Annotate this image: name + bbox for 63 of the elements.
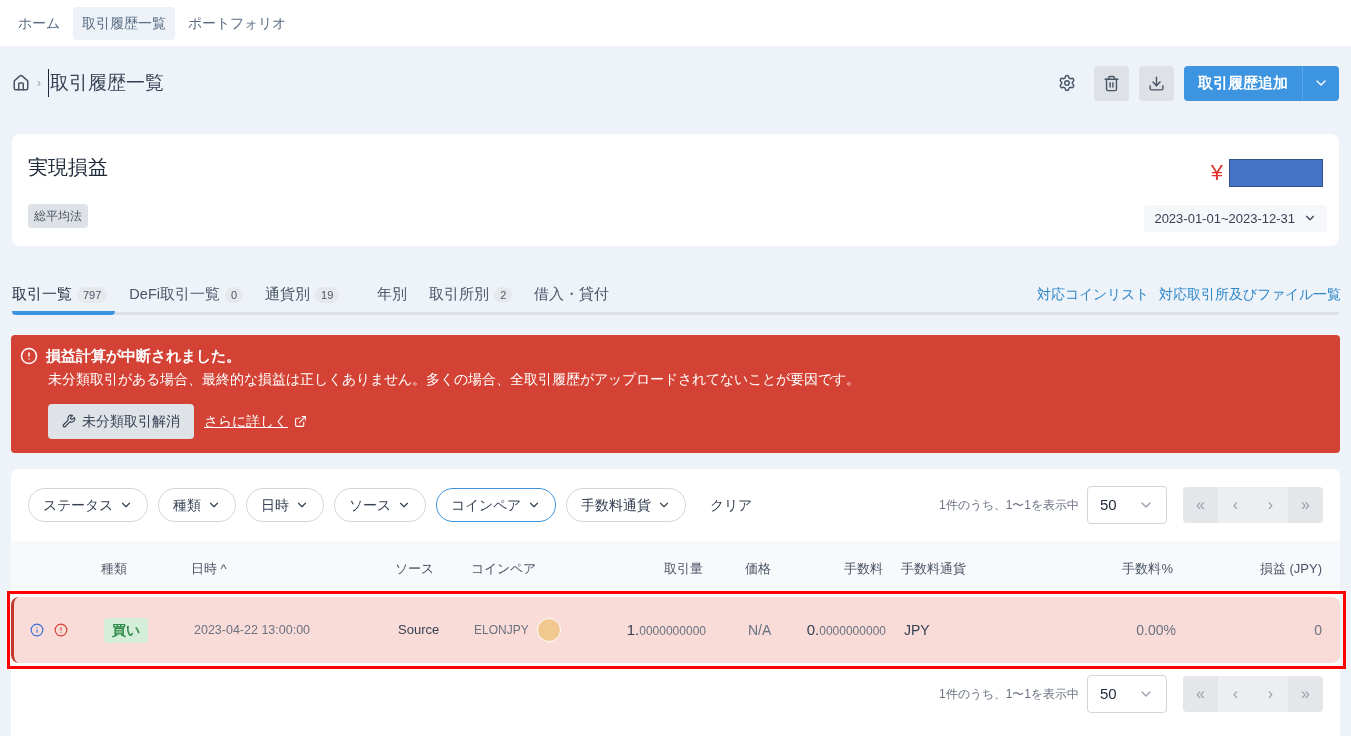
page-title: 取引履歴一覧 bbox=[48, 68, 164, 98]
download-icon bbox=[1148, 74, 1165, 92]
trash-icon bbox=[1103, 74, 1120, 92]
column-header: 手数料 bbox=[843, 560, 884, 579]
resolve-button[interactable]: 未分類取引解消 bbox=[48, 403, 194, 439]
currency-symbol: ¥ bbox=[1210, 159, 1223, 187]
content-tab[interactable]: 借入・貸付 bbox=[534, 279, 618, 315]
column-header[interactable]: 日時 ^ bbox=[191, 559, 391, 579]
nav-tab[interactable]: 取引履歴一覧 bbox=[73, 6, 175, 40]
column-header: コインペア bbox=[471, 560, 537, 579]
alert-title: 損益計算が中断されました。 bbox=[46, 346, 241, 366]
delete-button[interactable] bbox=[1094, 65, 1129, 101]
content-tab[interactable]: 通貨別 19 bbox=[265, 279, 348, 315]
learn-more-link[interactable]: さらに詳しく bbox=[204, 410, 307, 432]
column-header: ソース bbox=[394, 560, 435, 579]
column-header: 手数料通貨 bbox=[901, 560, 967, 579]
settings-icon bbox=[1058, 74, 1076, 92]
content-tab[interactable]: 取引一覧 797 bbox=[12, 279, 116, 315]
download-button[interactable] bbox=[1139, 65, 1174, 101]
warning-icon[interactable] bbox=[54, 623, 68, 637]
type-badge: 買い bbox=[104, 617, 148, 643]
content-tab[interactable]: DeFi取引一覧 0 bbox=[129, 279, 252, 315]
home-icon[interactable] bbox=[12, 74, 30, 92]
clear-button[interactable]: クリア bbox=[696, 494, 766, 516]
column-header: 損益 (JPY) bbox=[1258, 560, 1322, 579]
count-badge: 0 bbox=[225, 286, 244, 304]
table-cell-text: 1.0000000000 bbox=[625, 620, 707, 640]
column-header: 種類 bbox=[101, 560, 128, 579]
column-header: 手数料% bbox=[1121, 560, 1174, 579]
table-cell-text: N/A bbox=[747, 620, 773, 640]
period-select[interactable]: 2023-01-01~2023-12-31 bbox=[1144, 204, 1327, 232]
alert-icon bbox=[20, 347, 38, 366]
table-cell-text: 0.0000000000 bbox=[805, 620, 887, 640]
alert-message: 未分類取引がある場合、最終的な損益は正しくありません。多くの場合、全取引履歴がアップロードされてないことが要因です。 bbox=[48, 370, 861, 389]
page-size-select[interactable]: 50 bbox=[1087, 675, 1167, 713]
transaction-row[interactable]: 買い 2023-04-22 13:00:00 Source ELONJPY 1.0000000000 N/A 0.0000000000 JPY 0.00% 0 bbox=[11, 597, 1340, 663]
header-link[interactable]: 対応コインリスト bbox=[1037, 283, 1149, 305]
nav-tab[interactable]: ホーム bbox=[9, 6, 69, 40]
table-cell-text: ELONJPY bbox=[474, 622, 529, 639]
column-header: 価格 bbox=[744, 560, 772, 579]
count-badge: 19 bbox=[315, 286, 340, 304]
table-cell-text: JPY bbox=[904, 620, 931, 640]
page-size-select[interactable]: 50 bbox=[1087, 486, 1167, 524]
column-header: 取引量 bbox=[663, 560, 704, 579]
summary-title: 実現損益 bbox=[28, 155, 108, 180]
pagination-info: 1件のうち、1〜1を表示中 bbox=[938, 686, 1079, 703]
content-tab[interactable]: 年別 bbox=[361, 279, 416, 315]
table-cell-text: 2023-04-22 13:00:00 bbox=[194, 621, 312, 639]
table-cell-text: 0.00% bbox=[1135, 620, 1177, 640]
coin-avatar-icon bbox=[536, 618, 561, 642]
content-tab[interactable]: 取引所別 2 bbox=[429, 279, 521, 315]
pagination-info: 1件のうち、1〜1を表示中 bbox=[938, 497, 1079, 514]
breadcrumb-separator: › bbox=[37, 75, 41, 92]
table-cell-text: 0 bbox=[1313, 620, 1322, 640]
method-badge: 総平均法 bbox=[28, 204, 88, 228]
count-badge: 2 bbox=[494, 286, 513, 304]
wrench-icon bbox=[62, 414, 76, 429]
nav-tab[interactable]: ポートフォリオ bbox=[179, 6, 295, 40]
table-cell-text: Source bbox=[397, 621, 441, 640]
count-badge: 797 bbox=[77, 286, 108, 304]
info-icon[interactable] bbox=[30, 623, 44, 637]
header-link[interactable]: 対応取引所及びファイル一覧 bbox=[1159, 283, 1341, 305]
external-link-icon bbox=[294, 414, 307, 428]
